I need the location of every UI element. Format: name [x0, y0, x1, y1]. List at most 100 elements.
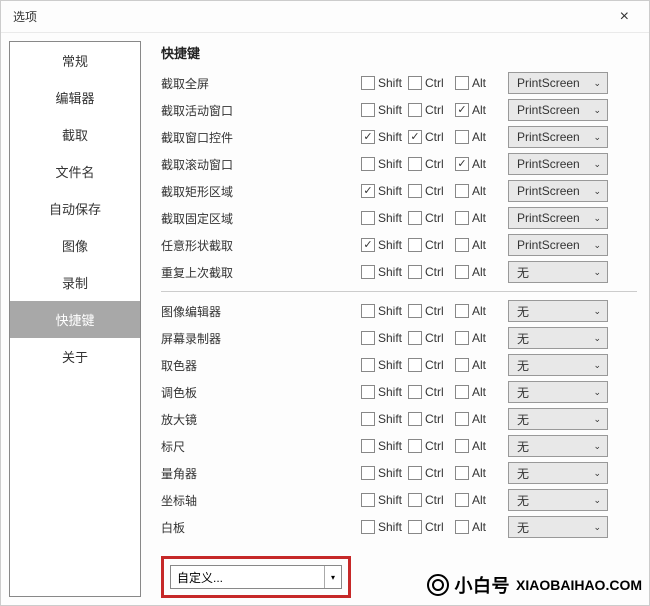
ctrl-label: Ctrl [425, 358, 449, 372]
key-select[interactable]: 无⌄ [508, 327, 608, 349]
key-select[interactable]: 无⌄ [508, 261, 608, 283]
alt-checkbox[interactable] [455, 466, 469, 480]
ctrl-checkbox[interactable] [408, 520, 422, 534]
alt-checkbox[interactable] [455, 439, 469, 453]
alt-checkbox[interactable] [455, 358, 469, 372]
ctrl-checkbox[interactable] [408, 130, 422, 144]
ctrl-checkbox[interactable] [408, 157, 422, 171]
shift-checkbox[interactable] [361, 520, 375, 534]
alt-checkbox[interactable] [455, 385, 469, 399]
ctrl-checkbox[interactable] [408, 103, 422, 117]
ctrl-checkbox[interactable] [408, 238, 422, 252]
sidebar-item[interactable]: 截取 [10, 116, 140, 153]
alt-checkbox[interactable] [455, 211, 469, 225]
key-select[interactable]: PrintScreen⌄ [508, 207, 608, 229]
modifier-group: ShiftCtrlAlt [361, 493, 500, 507]
ctrl-checkbox[interactable] [408, 265, 422, 279]
alt-checkbox[interactable] [455, 130, 469, 144]
shift-checkbox[interactable] [361, 358, 375, 372]
shortcut-label: 截取矩形区域 [161, 183, 361, 200]
key-select[interactable]: 无⌄ [508, 408, 608, 430]
alt-checkbox[interactable] [455, 331, 469, 345]
shift-checkbox[interactable] [361, 331, 375, 345]
key-select[interactable]: PrintScreen⌄ [508, 72, 608, 94]
alt-checkbox[interactable] [455, 304, 469, 318]
shift-checkbox[interactable] [361, 439, 375, 453]
ctrl-checkbox[interactable] [408, 385, 422, 399]
shift-modifier: Shift [361, 103, 402, 117]
shift-checkbox[interactable] [361, 385, 375, 399]
alt-checkbox[interactable] [455, 76, 469, 90]
shift-modifier: Shift [361, 358, 402, 372]
shortcut-label: 图像编辑器 [161, 303, 361, 320]
sidebar-item[interactable]: 关于 [10, 338, 140, 375]
shift-checkbox[interactable] [361, 412, 375, 426]
ctrl-checkbox[interactable] [408, 184, 422, 198]
key-select[interactable]: 无⌄ [508, 516, 608, 538]
key-select[interactable]: 无⌄ [508, 354, 608, 376]
modifier-group: ShiftCtrlAlt [361, 358, 500, 372]
ctrl-checkbox[interactable] [408, 304, 422, 318]
key-select[interactable]: PrintScreen⌄ [508, 234, 608, 256]
custom-dropdown[interactable]: 自定义... ▾ [170, 565, 342, 589]
shift-checkbox[interactable] [361, 157, 375, 171]
main-panel: 快捷键 截取全屏ShiftCtrlAltPrintScreen⌄截取活动窗口Sh… [145, 33, 649, 605]
alt-checkbox[interactable] [455, 238, 469, 252]
ctrl-checkbox[interactable] [408, 466, 422, 480]
shift-checkbox[interactable] [361, 184, 375, 198]
alt-checkbox[interactable] [455, 520, 469, 534]
alt-checkbox[interactable] [455, 184, 469, 198]
ctrl-checkbox[interactable] [408, 211, 422, 225]
sidebar-item[interactable]: 录制 [10, 264, 140, 301]
alt-checkbox[interactable] [455, 103, 469, 117]
alt-checkbox[interactable] [455, 493, 469, 507]
key-select[interactable]: PrintScreen⌄ [508, 180, 608, 202]
ctrl-modifier: Ctrl [408, 238, 449, 252]
shortcut-row: 任意形状截取ShiftCtrlAltPrintScreen⌄ [161, 234, 637, 256]
alt-label: Alt [472, 385, 496, 399]
ctrl-checkbox[interactable] [408, 358, 422, 372]
shift-checkbox[interactable] [361, 103, 375, 117]
chevron-down-icon: ⌄ [593, 468, 601, 479]
shortcut-group-capture: 截取全屏ShiftCtrlAltPrintScreen⌄截取活动窗口ShiftC… [161, 72, 637, 283]
shift-checkbox[interactable] [361, 304, 375, 318]
shift-checkbox[interactable] [361, 76, 375, 90]
key-select[interactable]: 无⌄ [508, 435, 608, 457]
key-select[interactable]: 无⌄ [508, 300, 608, 322]
ctrl-checkbox[interactable] [408, 331, 422, 345]
chevron-down-icon: ⌄ [593, 78, 601, 89]
key-select[interactable]: 无⌄ [508, 381, 608, 403]
key-select[interactable]: 无⌄ [508, 462, 608, 484]
key-value: PrintScreen [517, 157, 580, 171]
shift-checkbox[interactable] [361, 211, 375, 225]
shift-checkbox[interactable] [361, 493, 375, 507]
key-select[interactable]: PrintScreen⌄ [508, 153, 608, 175]
alt-label: Alt [472, 157, 496, 171]
ctrl-checkbox[interactable] [408, 76, 422, 90]
ctrl-checkbox[interactable] [408, 493, 422, 507]
alt-checkbox[interactable] [455, 157, 469, 171]
alt-modifier: Alt [455, 184, 496, 198]
sidebar-item[interactable]: 图像 [10, 227, 140, 264]
shift-checkbox[interactable] [361, 238, 375, 252]
key-select[interactable]: PrintScreen⌄ [508, 126, 608, 148]
chevron-down-icon: ⌄ [593, 495, 601, 506]
ctrl-modifier: Ctrl [408, 304, 449, 318]
alt-checkbox[interactable] [455, 412, 469, 426]
sidebar-item[interactable]: 文件名 [10, 153, 140, 190]
shift-checkbox[interactable] [361, 466, 375, 480]
ctrl-checkbox[interactable] [408, 412, 422, 426]
ctrl-checkbox[interactable] [408, 439, 422, 453]
key-select[interactable]: 无⌄ [508, 489, 608, 511]
alt-checkbox[interactable] [455, 265, 469, 279]
shift-checkbox[interactable] [361, 265, 375, 279]
sidebar-item[interactable]: 自动保存 [10, 190, 140, 227]
sidebar-item[interactable]: 快捷键 [10, 301, 140, 338]
ctrl-label: Ctrl [425, 439, 449, 453]
sidebar-item[interactable]: 常规 [10, 42, 140, 79]
close-icon[interactable]: × [612, 8, 637, 26]
shift-checkbox[interactable] [361, 130, 375, 144]
shift-label: Shift [378, 211, 402, 225]
sidebar-item[interactable]: 编辑器 [10, 79, 140, 116]
key-select[interactable]: PrintScreen⌄ [508, 99, 608, 121]
